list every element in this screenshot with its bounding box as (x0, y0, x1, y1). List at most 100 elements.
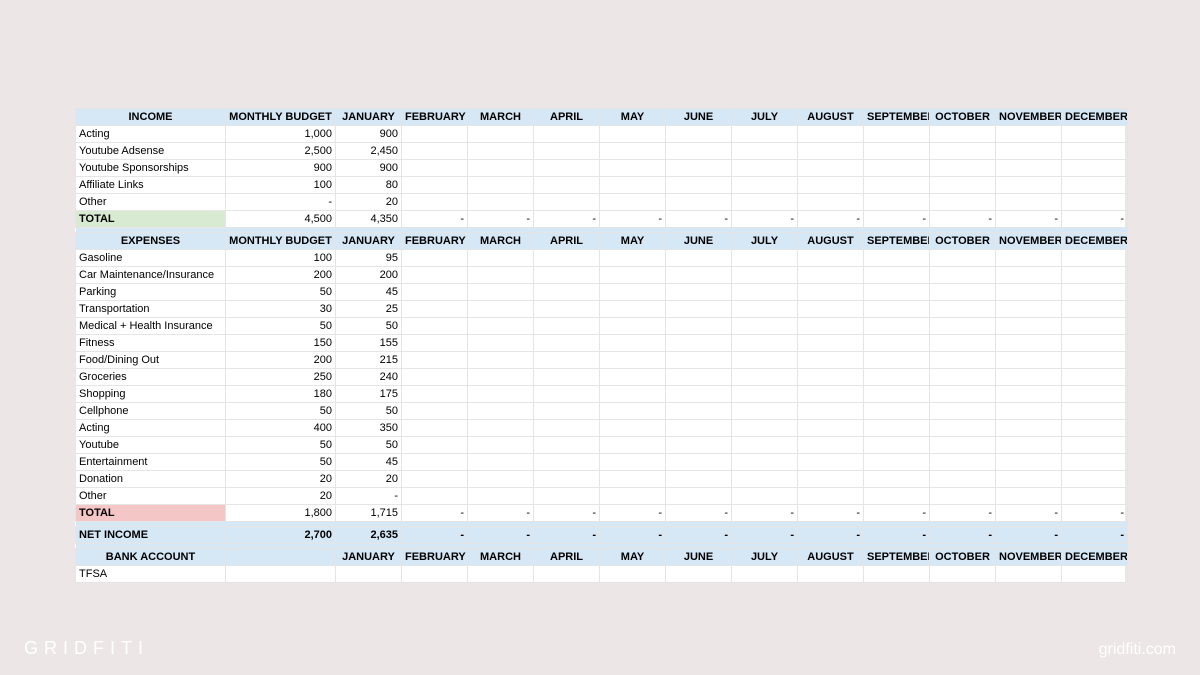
row-jan: 240 (336, 369, 402, 386)
total-month-4: - (600, 211, 666, 228)
col-month-5: JUNE (666, 109, 732, 126)
row-label: Gasoline (76, 250, 226, 267)
net-income-month-9: - (930, 527, 996, 544)
row-label: Transportation (76, 301, 226, 318)
row-label: Fitness (76, 335, 226, 352)
col-month-3: APRIL (534, 109, 600, 126)
col-month-4: MAY (600, 549, 666, 566)
table-row: Medical + Health Insurance5050 (76, 318, 1128, 335)
total-month-1: - (402, 505, 468, 522)
row-jan: 45 (336, 284, 402, 301)
net-income-month-10: - (996, 527, 1062, 544)
net-income-month-0: 2,635 (336, 527, 402, 544)
total-budget: 4,500 (226, 211, 336, 228)
section-title: BANK ACCOUNT (76, 549, 226, 566)
total-row: TOTAL1,8001,715----------- (76, 505, 1128, 522)
table-row: Acting400350 (76, 420, 1128, 437)
col-month-1: FEBRUARY (402, 233, 468, 250)
net-income-budget: 2,700 (226, 527, 336, 544)
row-jan: 25 (336, 301, 402, 318)
row-label: Groceries (76, 369, 226, 386)
row-budget: 50 (226, 284, 336, 301)
row-jan: 900 (336, 160, 402, 177)
col-month-3: APRIL (534, 549, 600, 566)
row-budget: 400 (226, 420, 336, 437)
table-row: Transportation3025 (76, 301, 1128, 318)
row-budget (226, 566, 336, 583)
row-label: Youtube (76, 437, 226, 454)
total-month-3: - (534, 505, 600, 522)
col-month-0: JANUARY (336, 233, 402, 250)
row-label: Entertainment (76, 454, 226, 471)
total-month-6: - (732, 505, 798, 522)
col-month-8: SEPTEMBER (864, 549, 930, 566)
row-label: Youtube Sponsorships (76, 160, 226, 177)
table-row: Youtube Sponsorships900900 (76, 160, 1128, 177)
total-month-11: - (1062, 505, 1128, 522)
col-month-10: NOVEMBER (996, 549, 1062, 566)
row-label: Food/Dining Out (76, 352, 226, 369)
net-income-month-6: - (732, 527, 798, 544)
table-row: Other-20 (76, 194, 1128, 211)
table-row: Food/Dining Out200215 (76, 352, 1128, 369)
row-budget: 50 (226, 454, 336, 471)
section-title: EXPENSES (76, 233, 226, 250)
net-income-month-7: - (798, 527, 864, 544)
col-month-6: JULY (732, 109, 798, 126)
row-label: Shopping (76, 386, 226, 403)
row-label: Cellphone (76, 403, 226, 420)
row-label: Medical + Health Insurance (76, 318, 226, 335)
net-income-month-1: - (402, 527, 468, 544)
col-month-8: SEPTEMBER (864, 109, 930, 126)
row-label: Youtube Adsense (76, 143, 226, 160)
row-label: TFSA (76, 566, 226, 583)
brand-url: gridfiti.com (1099, 641, 1176, 659)
total-month-7: - (798, 211, 864, 228)
table-row: Acting1,000900 (76, 126, 1128, 143)
row-budget: 100 (226, 250, 336, 267)
section-header-row: BANK ACCOUNTJANUARYFEBRUARYMARCHAPRILMAY… (76, 549, 1128, 566)
row-budget: 2,500 (226, 143, 336, 160)
col-month-2: MARCH (468, 109, 534, 126)
row-budget: 100 (226, 177, 336, 194)
net-income-month-8: - (864, 527, 930, 544)
section-title: INCOME (76, 109, 226, 126)
col-budget: MONTHLY BUDGET (226, 109, 336, 126)
row-label: Other (76, 488, 226, 505)
table-row: Affiliate Links10080 (76, 177, 1128, 194)
col-month-2: MARCH (468, 233, 534, 250)
col-month-9: OCTOBER (930, 549, 996, 566)
col-month-6: JULY (732, 233, 798, 250)
row-jan: 45 (336, 454, 402, 471)
total-label: TOTAL (76, 505, 226, 522)
row-label: Other (76, 194, 226, 211)
section-header-row: EXPENSESMONTHLY BUDGETJANUARYFEBRUARYMAR… (76, 233, 1128, 250)
col-month-6: JULY (732, 549, 798, 566)
col-month-4: MAY (600, 109, 666, 126)
total-month-5: - (666, 211, 732, 228)
row-label: Acting (76, 126, 226, 143)
row-budget: 1,000 (226, 126, 336, 143)
row-jan: 215 (336, 352, 402, 369)
table-row: Groceries250240 (76, 369, 1128, 386)
total-month-7: - (798, 505, 864, 522)
total-month-5: - (666, 505, 732, 522)
col-month-2: MARCH (468, 549, 534, 566)
total-row: TOTAL4,5004,350----------- (76, 211, 1128, 228)
table-row: Fitness150155 (76, 335, 1128, 352)
row-jan: 900 (336, 126, 402, 143)
row-jan: 50 (336, 318, 402, 335)
total-month-2: - (468, 505, 534, 522)
col-month-8: SEPTEMBER (864, 233, 930, 250)
section-header-row: INCOMEMONTHLY BUDGETJANUARYFEBRUARYMARCH… (76, 109, 1128, 126)
row-label: Donation (76, 471, 226, 488)
col-month-9: OCTOBER (930, 109, 996, 126)
row-jan: 200 (336, 267, 402, 284)
row-budget: 200 (226, 267, 336, 284)
row-budget: 200 (226, 352, 336, 369)
row-budget: 250 (226, 369, 336, 386)
row-label: Affiliate Links (76, 177, 226, 194)
row-budget: 50 (226, 403, 336, 420)
total-month-11: - (1062, 211, 1128, 228)
net-income-month-3: - (534, 527, 600, 544)
